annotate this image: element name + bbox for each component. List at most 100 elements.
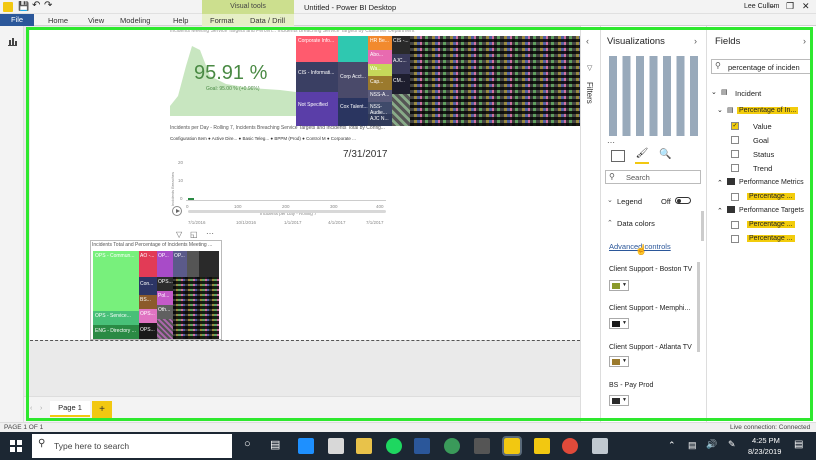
treemap2-tile[interactable]: OPS - Service... bbox=[93, 311, 139, 325]
cortana-icon[interactable]: ○ bbox=[244, 438, 251, 450]
folder-performance-targets[interactable]: Performance Targets bbox=[739, 207, 804, 214]
treemap1-tile[interactable]: Corp Acct... bbox=[338, 62, 368, 98]
treemap2-tile[interactable]: OP... bbox=[173, 251, 187, 277]
treemap1-tile[interactable]: HR Be... bbox=[368, 36, 392, 50]
treemap2-tile[interactable]: OPS... bbox=[139, 309, 157, 323]
chevron-right-icon[interactable]: › bbox=[694, 36, 697, 46]
pen-icon[interactable]: ✎ bbox=[728, 439, 736, 450]
status-checkbox[interactable] bbox=[731, 150, 739, 158]
data-colors-section-label[interactable]: Data colors bbox=[617, 219, 655, 228]
previous-page-icon[interactable]: ‹ bbox=[30, 405, 32, 412]
powerbi-taskbar-icon[interactable] bbox=[502, 436, 522, 456]
treemap1-tile[interactable]: Wa... bbox=[368, 64, 392, 76]
treemap2-tile[interactable]: AO -... bbox=[139, 251, 157, 277]
treemap1-small-tiles[interactable] bbox=[410, 36, 580, 126]
clock-time[interactable]: 4:25 PM bbox=[752, 436, 780, 445]
filter-icon[interactable]: ▽ bbox=[176, 230, 182, 239]
treemap2-tile[interactable]: BS... bbox=[139, 295, 157, 309]
metrics-checkbox[interactable] bbox=[731, 193, 739, 201]
field-metrics-percentage[interactable]: Percentage ... bbox=[747, 193, 795, 200]
treemap2-tile[interactable]: Con... bbox=[139, 277, 157, 295]
targets-checkbox[interactable] bbox=[731, 221, 739, 229]
play-button[interactable] bbox=[172, 206, 182, 216]
treemap1-tile[interactable]: AJC... bbox=[392, 54, 410, 74]
chevron-left-icon[interactable]: ‹ bbox=[586, 36, 589, 46]
kpi-visual[interactable]: 95.91 % Goal: 95.00 % (+0.96%) bbox=[170, 28, 296, 126]
color-picker[interactable]: ▼ bbox=[609, 395, 629, 406]
treemap1-tile[interactable]: Corporate Info... bbox=[296, 36, 338, 62]
tab-page-1[interactable]: Page 1 bbox=[50, 401, 90, 417]
value-checkbox[interactable]: ✓ bbox=[731, 122, 739, 130]
treemap2-tile[interactable]: Oth... bbox=[157, 305, 173, 319]
powerbi-taskbar-icon-2[interactable] bbox=[534, 438, 550, 454]
add-page-button[interactable]: + bbox=[92, 401, 112, 419]
close-icon[interactable]: ✕ bbox=[802, 1, 810, 12]
treemap1-tile[interactable]: Cox Talent... bbox=[338, 98, 368, 126]
scrollbar[interactable] bbox=[701, 211, 704, 241]
treemap1-tile[interactable]: CIS -... bbox=[392, 36, 410, 54]
network-icon[interactable]: ▤ bbox=[688, 440, 697, 451]
tab-home[interactable]: Home bbox=[48, 16, 68, 25]
focus-mode-icon[interactable]: ◱ bbox=[190, 230, 198, 239]
tab-view[interactable]: View bbox=[88, 16, 104, 25]
task-view-icon[interactable]: ▤ bbox=[270, 438, 280, 451]
chevron-down-icon[interactable]: ⌄ bbox=[717, 106, 723, 114]
chevron-up-icon[interactable]: ⌃ bbox=[717, 207, 723, 215]
treemap-incidents-total[interactable]: OPS - Commun... OPS - Service... ENG - D… bbox=[90, 240, 222, 340]
tab-data-drill[interactable]: Data / Drill bbox=[250, 16, 285, 25]
windows-start-icon[interactable] bbox=[10, 440, 22, 452]
spotify-icon[interactable] bbox=[386, 438, 402, 454]
color-picker[interactable]: ▼ bbox=[609, 356, 629, 367]
treemap2-tile[interactable]: Pol... bbox=[157, 291, 173, 305]
analytics-icon[interactable]: 🔍 bbox=[659, 149, 671, 160]
notifications-icon[interactable]: ▤ bbox=[794, 439, 803, 450]
treemap1-tile[interactable]: NSS-Audie... bbox=[368, 102, 392, 116]
app-icon-2[interactable] bbox=[592, 438, 608, 454]
folder-performance-metrics[interactable]: Performance Metrics bbox=[739, 179, 804, 186]
treemap1-tile[interactable]: Abo... bbox=[368, 50, 392, 64]
chevron-down-icon[interactable]: ⌄ bbox=[607, 196, 613, 204]
targets-checkbox[interactable] bbox=[731, 235, 739, 243]
treemap2-tile[interactable]: OPS... bbox=[157, 277, 173, 291]
filters-pane-collapsed[interactable]: ‹ ▽ Filters bbox=[580, 26, 600, 422]
field-value[interactable]: Value bbox=[753, 122, 772, 131]
field-goal[interactable]: Goal bbox=[753, 136, 769, 145]
chevron-right-icon[interactable]: › bbox=[803, 36, 806, 46]
color-picker[interactable]: ▼ bbox=[609, 280, 629, 291]
field-table-incident[interactable]: Incident bbox=[735, 89, 761, 98]
trend-checkbox[interactable] bbox=[731, 164, 739, 172]
treemap1-tile[interactable]: Cap... bbox=[368, 76, 392, 90]
play-axis-slider[interactable] bbox=[188, 210, 386, 213]
undo-icon[interactable]: ↶ bbox=[32, 0, 40, 11]
chevron-down-icon[interactable]: ⌄ bbox=[711, 88, 717, 96]
treemap-customer-department[interactable]: Corporate Info... CIS - Informati... Not… bbox=[296, 36, 580, 126]
scrollbar[interactable] bbox=[697, 262, 700, 352]
volume-icon[interactable]: 🔊 bbox=[706, 439, 717, 450]
app-icon[interactable] bbox=[474, 438, 490, 454]
chart2-data-point[interactable] bbox=[188, 198, 194, 200]
word-icon[interactable] bbox=[414, 438, 430, 454]
chevron-up-icon[interactable]: ⌃ bbox=[717, 179, 723, 187]
fields-search-input[interactable]: ⚲ percentage of inciden bbox=[711, 59, 811, 74]
treemap2-tile[interactable] bbox=[187, 251, 199, 277]
chevron-up-icon[interactable]: ⌃ bbox=[607, 219, 613, 227]
treemap2-tile[interactable]: OPS - Commun... bbox=[93, 251, 139, 311]
legend-toggle[interactable] bbox=[675, 197, 691, 204]
treemap1-tile[interactable]: CM... bbox=[392, 74, 410, 94]
format-paint-roller-icon[interactable]: 🖌 bbox=[635, 148, 649, 164]
field-targets-percentage[interactable]: Percentage ... bbox=[747, 221, 795, 228]
goal-checkbox[interactable] bbox=[731, 136, 739, 144]
treemap1-tile[interactable]: CIS - Informati... bbox=[296, 62, 338, 92]
file-explorer-icon[interactable] bbox=[356, 438, 372, 454]
clock-date[interactable]: 8/23/2019 bbox=[748, 447, 781, 456]
format-search-input[interactable]: ⚲ Search bbox=[605, 170, 701, 184]
tab-help[interactable]: Help bbox=[173, 16, 188, 25]
field-status[interactable]: Status bbox=[753, 150, 774, 159]
treemap1-tile[interactable]: Not Specified bbox=[296, 92, 338, 126]
treemap2-small-tiles[interactable] bbox=[173, 277, 219, 339]
report-page[interactable]: 95.91 % Goal: 95.00 % (+0.96%) Incidents… bbox=[30, 28, 580, 340]
treemap1-tile[interactable]: NSS-A... bbox=[368, 90, 392, 102]
field-trend[interactable]: Trend bbox=[753, 164, 772, 173]
color-picker[interactable]: ▼ bbox=[609, 318, 629, 329]
mail-icon[interactable] bbox=[328, 438, 344, 454]
